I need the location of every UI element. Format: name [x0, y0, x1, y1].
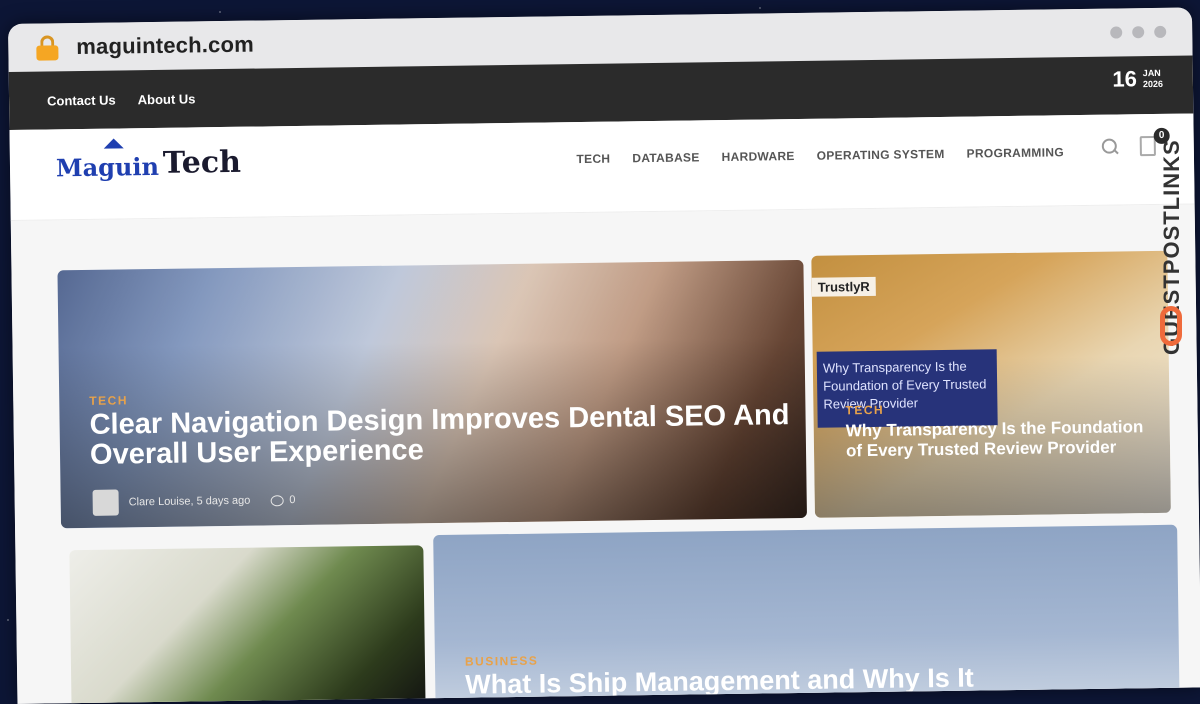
lock-icon [36, 35, 59, 61]
image-caption-panel: Why Transparency Is the Foundation of Ev… [816, 349, 998, 428]
nav-item-operating-system[interactable]: OPERATING SYSTEM [817, 147, 945, 163]
business-post[interactable]: BUSINESS What Is Ship Management and Why… [433, 524, 1180, 704]
content-area: TECH Clear Navigation Design Improves De… [10, 204, 1200, 704]
date-day: 16 [1112, 66, 1138, 92]
window-dot-icon[interactable] [1110, 26, 1123, 39]
date-month: JAN [1142, 67, 1161, 79]
site-logo[interactable]: Maguin Tech [55, 138, 242, 183]
featured-post[interactable]: TECH Clear Navigation Design Improves De… [57, 259, 807, 529]
image-brand-text: TrustlyR [811, 276, 876, 297]
post-title[interactable]: Why Transparency Is the Foundation of Ev… [846, 417, 1147, 462]
post-meta: Clare Louise, 5 days ago 0 [92, 487, 296, 516]
search-icon[interactable] [1101, 138, 1119, 155]
post-thumbnail[interactable] [69, 545, 426, 704]
nav-item-hardware[interactable]: HARDWARE [722, 149, 795, 164]
post-title[interactable]: What Is Ship Management and Why Is It [465, 661, 1165, 700]
post-category[interactable]: BUSINESS [465, 654, 539, 669]
date-display: 16 JAN 2026 [1112, 66, 1163, 93]
avatar[interactable] [92, 489, 119, 516]
comment-icon [270, 494, 284, 506]
nav-item-database[interactable]: DATABASE [632, 150, 699, 165]
house-roof-icon [103, 138, 124, 149]
date-year: 2026 [1142, 78, 1164, 90]
about-us-link[interactable]: About Us [138, 91, 196, 107]
post-title[interactable]: Clear Navigation Design Improves Dental … [89, 399, 790, 471]
post-category[interactable]: TECH [89, 393, 128, 408]
main-nav: TECH DATABASE HARDWARE OPERATING SYSTEM … [576, 145, 1064, 166]
browser-window: maguintech.com Contact Us About Us 16 JA… [8, 7, 1200, 704]
guestpostlinks-banner: GUESTPOSTLINKS [1154, 92, 1190, 362]
comment-count[interactable]: 0 [289, 494, 295, 506]
logo-text-part1: Maguin [55, 151, 160, 183]
window-dot-icon[interactable] [1132, 26, 1145, 39]
side-post[interactable]: TrustlyR Why Transparency Is the Foundat… [811, 250, 1171, 518]
nav-item-tech[interactable]: TECH [576, 152, 610, 166]
post-category[interactable]: TECH [845, 403, 884, 418]
window-dot-icon[interactable] [1154, 25, 1167, 38]
logo-text-part2: Tech [162, 144, 242, 181]
contact-us-link[interactable]: Contact Us [47, 92, 116, 108]
window-controls [1110, 25, 1167, 39]
link-icon [1160, 306, 1182, 346]
post-author-date: Clare Louise, 5 days ago [128, 494, 251, 509]
url-text[interactable]: maguintech.com [76, 32, 254, 60]
site-header: Maguin Tech TECH DATABASE HARDWARE OPERA… [9, 113, 1195, 221]
nav-item-programming[interactable]: PROGRAMMING [967, 145, 1064, 160]
